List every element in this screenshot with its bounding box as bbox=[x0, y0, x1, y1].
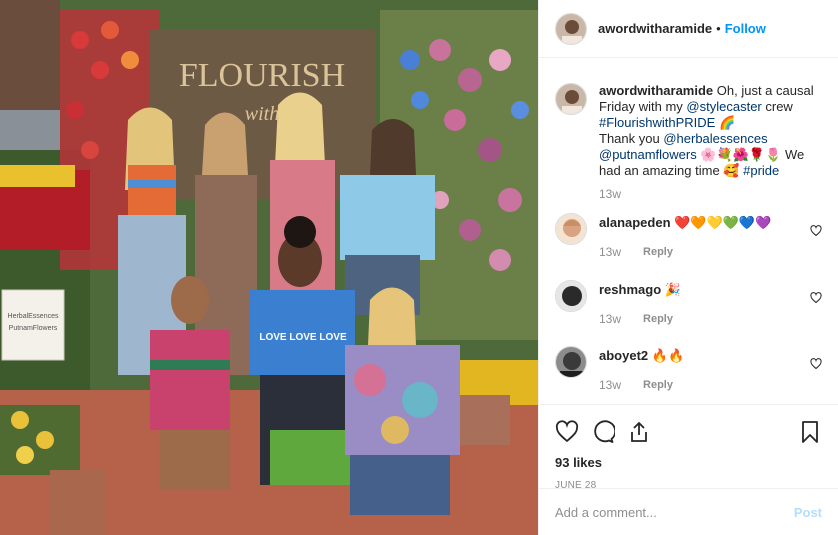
commenter-avatar[interactable] bbox=[555, 280, 587, 312]
mention-herbalessences[interactable]: @herbalessences bbox=[663, 131, 767, 146]
shirt-text: LOVE LOVE LOVE bbox=[259, 332, 347, 343]
post-actions: 93 likes JUNE 28 bbox=[539, 404, 838, 491]
comment-row: alanapeden ❤️🧡💛💚💙💜 13w Reply bbox=[555, 213, 822, 259]
post-comment-button[interactable]: Post bbox=[794, 505, 822, 520]
comment-time[interactable]: 13w bbox=[599, 245, 621, 259]
flower-emojis: 🌸💐🌺🌹🌷 bbox=[700, 147, 782, 162]
author-avatar[interactable] bbox=[555, 12, 587, 45]
reply-button[interactable]: Reply bbox=[643, 379, 673, 391]
post-header: awordwitharamide • Follow bbox=[539, 0, 838, 58]
caption-text-2: crew bbox=[765, 99, 793, 114]
rainbow-emoji: 🌈 bbox=[718, 115, 736, 130]
mention-putnamflowers[interactable]: @putnamflowers bbox=[599, 147, 697, 162]
caption: awordwitharamide Oh, just a causal Frida… bbox=[555, 83, 822, 201]
caption-avatar[interactable] bbox=[555, 83, 587, 115]
mention-stylecaster[interactable]: @stylecaster bbox=[686, 99, 761, 114]
comment-time[interactable]: 13w bbox=[599, 378, 621, 392]
hashtag-pride[interactable]: #pride bbox=[743, 163, 779, 178]
caption-username[interactable]: awordwitharamide bbox=[599, 83, 713, 98]
add-comment-bar: Post bbox=[539, 488, 838, 535]
comment-text: 🎉 bbox=[664, 282, 681, 297]
hashtag-flourishwithpride[interactable]: #FlourishwithPRIDE bbox=[599, 115, 715, 130]
likes-count[interactable]: 93 likes bbox=[555, 455, 822, 470]
comment-bubble-icon[interactable] bbox=[591, 419, 617, 447]
like-comment-heart-icon[interactable] bbox=[810, 225, 822, 240]
comment-input[interactable] bbox=[555, 504, 794, 520]
like-comment-heart-icon[interactable] bbox=[810, 358, 822, 373]
commenter-username[interactable]: reshmago bbox=[599, 282, 661, 297]
reply-button[interactable]: Reply bbox=[643, 246, 673, 258]
post-sidebar: awordwitharamide • Follow awordwitharami… bbox=[538, 0, 838, 535]
comments-list[interactable]: awordwitharamide Oh, just a causal Frida… bbox=[539, 59, 838, 404]
caption-text: awordwitharamide Oh, just a causal Frida… bbox=[599, 83, 817, 179]
easel-line-2: PutnamFlowers bbox=[9, 325, 58, 332]
yellow-flowers-left bbox=[0, 165, 75, 187]
comment-row: aboyet2 🔥🔥 13w Reply bbox=[555, 346, 822, 392]
sign-title: FLOURISH bbox=[179, 57, 345, 94]
post-photo[interactable]: FLOURISH with HerbalEssences PutnamFlowe… bbox=[0, 0, 538, 535]
bookmark-icon[interactable] bbox=[798, 420, 822, 447]
share-icon[interactable] bbox=[627, 420, 651, 447]
commenter-username[interactable]: alanapeden bbox=[599, 215, 671, 230]
reply-button[interactable]: Reply bbox=[643, 313, 673, 325]
commenter-avatar[interactable] bbox=[555, 346, 587, 378]
follow-button[interactable]: Follow bbox=[725, 21, 766, 36]
comment-text: 🔥🔥 bbox=[651, 348, 685, 363]
caption-time[interactable]: 13w bbox=[599, 187, 817, 201]
commenter-avatar[interactable] bbox=[555, 213, 587, 245]
flower-pot-left bbox=[50, 470, 105, 535]
caption-text-3: Thank you bbox=[599, 131, 660, 146]
easel-line-1: HerbalEssences bbox=[8, 313, 59, 320]
photo-scene: FLOURISH with HerbalEssences PutnamFlowe… bbox=[0, 0, 538, 535]
like-comment-heart-icon[interactable] bbox=[810, 292, 822, 307]
comment-time[interactable]: 13w bbox=[599, 312, 621, 326]
separator-dot: • bbox=[716, 21, 721, 36]
smiling-hearts-emoji: 🥰 bbox=[723, 163, 740, 178]
commenter-username[interactable]: aboyet2 bbox=[599, 348, 648, 363]
author-username[interactable]: awordwitharamide bbox=[598, 21, 712, 36]
comment-row: reshmago 🎉 13w Reply bbox=[555, 280, 822, 326]
sign-subtitle: with bbox=[245, 103, 279, 125]
like-heart-icon[interactable] bbox=[555, 419, 579, 447]
comment-text: ❤️🧡💛💚💙💜 bbox=[674, 215, 772, 230]
